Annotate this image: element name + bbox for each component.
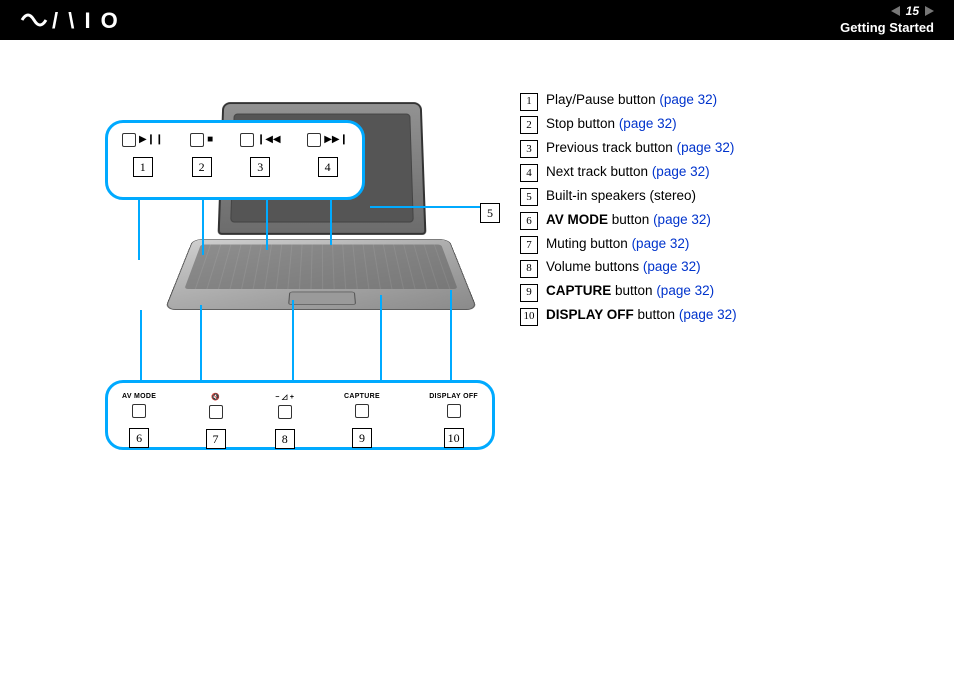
legend-item-4: 4 Next track button (page 32) [520,162,924,183]
legend-link-6[interactable]: (page 32) [653,212,711,227]
callout-badge-10: 10 [444,428,464,448]
legend-item-3: 3 Previous track button (page 32) [520,138,924,159]
legend-text-8: Volume buttons (page 32) [546,257,701,278]
legend-item-7: 7 Muting button (page 32) [520,234,924,255]
media-button-4: ▶▶❙4 [307,133,348,177]
function-buttons-panel: AV MODE6 🔇7 − ◿ +8 CAPTURE9 DISPLAY OFF10 [105,380,495,450]
legend-item-1: 1 Play/Pause button (page 32) [520,90,924,111]
callout-badge-4: 4 [318,157,338,177]
legend-link-7[interactable]: (page 32) [632,236,690,251]
legend-item-10: 10 DISPLAY OFF button (page 32) [520,305,924,326]
page-prev-arrow[interactable] [891,6,900,16]
function-button-6: AV MODE6 [122,393,156,448]
legend-item-8: 8 Volume buttons (page 32) [520,257,924,278]
hardware-diagram: ▶❙❙1■2❙◀◀3▶▶❙4 5 AV MODE6🔇7− ◿ +8CAPTURE… [70,90,490,450]
legend-link-2[interactable]: (page 32) [619,116,677,131]
legend-text-10: DISPLAY OFF button (page 32) [546,305,737,326]
callout-badge-1: 1 [133,157,153,177]
prev-track-icon [240,133,254,147]
legend-link-10[interactable]: (page 32) [679,307,737,322]
stop-icon [190,133,204,147]
legend-text-4: Next track button (page 32) [546,162,710,183]
legend-badge-10: 10 [520,308,538,326]
media-buttons-panel: ▶❙❙1 ■2 ❙◀◀3 ▶▶❙4 [105,120,365,200]
callout-badge-5: 5 [480,203,500,223]
play-pause-icon [122,133,136,147]
legend-badge-3: 3 [520,140,538,158]
next-track-icon [307,133,321,147]
legend-badge-9: 9 [520,284,538,302]
legend-text-3: Previous track button (page 32) [546,138,734,159]
callout-badge-9: 9 [352,428,372,448]
legend-link-4[interactable]: (page 32) [652,164,710,179]
legend-item-5: 5 Built-in speakers (stereo) [520,186,924,207]
vaio-logo: / \ I O [20,8,130,38]
media-button-2: ■2 [190,133,213,177]
callout-badge-3: 3 [250,157,270,177]
legend-link-3[interactable]: (page 32) [677,140,735,155]
legend-link-8[interactable]: (page 32) [643,259,701,274]
legend-text-9: CAPTURE button (page 32) [546,281,714,302]
legend-link-9[interactable]: (page 32) [656,283,714,298]
legend-text-5: Built-in speakers (stereo) [546,186,696,207]
vaio-logo-svg: / \ I O [20,8,130,32]
legend-item-9: 9 CAPTURE button (page 32) [520,281,924,302]
media-button-1: ▶❙❙1 [122,133,163,177]
callout-badge-8: 8 [275,429,295,449]
legend-badge-5: 5 [520,188,538,206]
legend-item-6: 6 AV MODE button (page 32) [520,210,924,231]
legend-badge-8: 8 [520,260,538,278]
media-button-3: ❙◀◀3 [240,133,281,177]
page-number: 15 [906,4,919,18]
callout-badge-6: 6 [129,428,149,448]
svg-text:/ \ I O: / \ I O [52,8,120,32]
page-info: 15 Getting Started [840,4,934,35]
callout-badge-2: 2 [192,157,212,177]
legend-text-7: Muting button (page 32) [546,234,689,255]
legend-text-2: Stop button (page 32) [546,114,677,135]
legend-link-1[interactable]: (page 32) [659,92,717,107]
function-button-8: − ◿ +8 [275,393,295,449]
function-button-10: DISPLAY OFF10 [429,393,478,448]
function-button-9: CAPTURE9 [344,393,380,448]
legend-item-2: 2 Stop button (page 32) [520,114,924,135]
callout-badge-7: 7 [206,429,226,449]
legend-badge-1: 1 [520,93,538,111]
page-content: ▶❙❙1 ■2 ❙◀◀3 ▶▶❙4 5 AV MODE6 🔇7 − ◿ +8 CAPTURE… [0,40,954,480]
legend-text-1: Play/Pause button (page 32) [546,90,717,111]
legend-badge-6: 6 [520,212,538,230]
legend-badge-2: 2 [520,116,538,134]
section-title: Getting Started [840,20,934,35]
callout-line-5 [370,206,480,208]
legend-text-6: AV MODE button (page 32) [546,210,711,231]
legend-list: 1 Play/Pause button (page 32) 2 Stop button… [520,90,924,450]
page-next-arrow[interactable] [925,6,934,16]
legend-badge-4: 4 [520,164,538,182]
page-header: / \ I O 15 Getting Started [0,0,954,40]
function-button-7: 🔇7 [206,393,226,449]
legend-badge-7: 7 [520,236,538,254]
